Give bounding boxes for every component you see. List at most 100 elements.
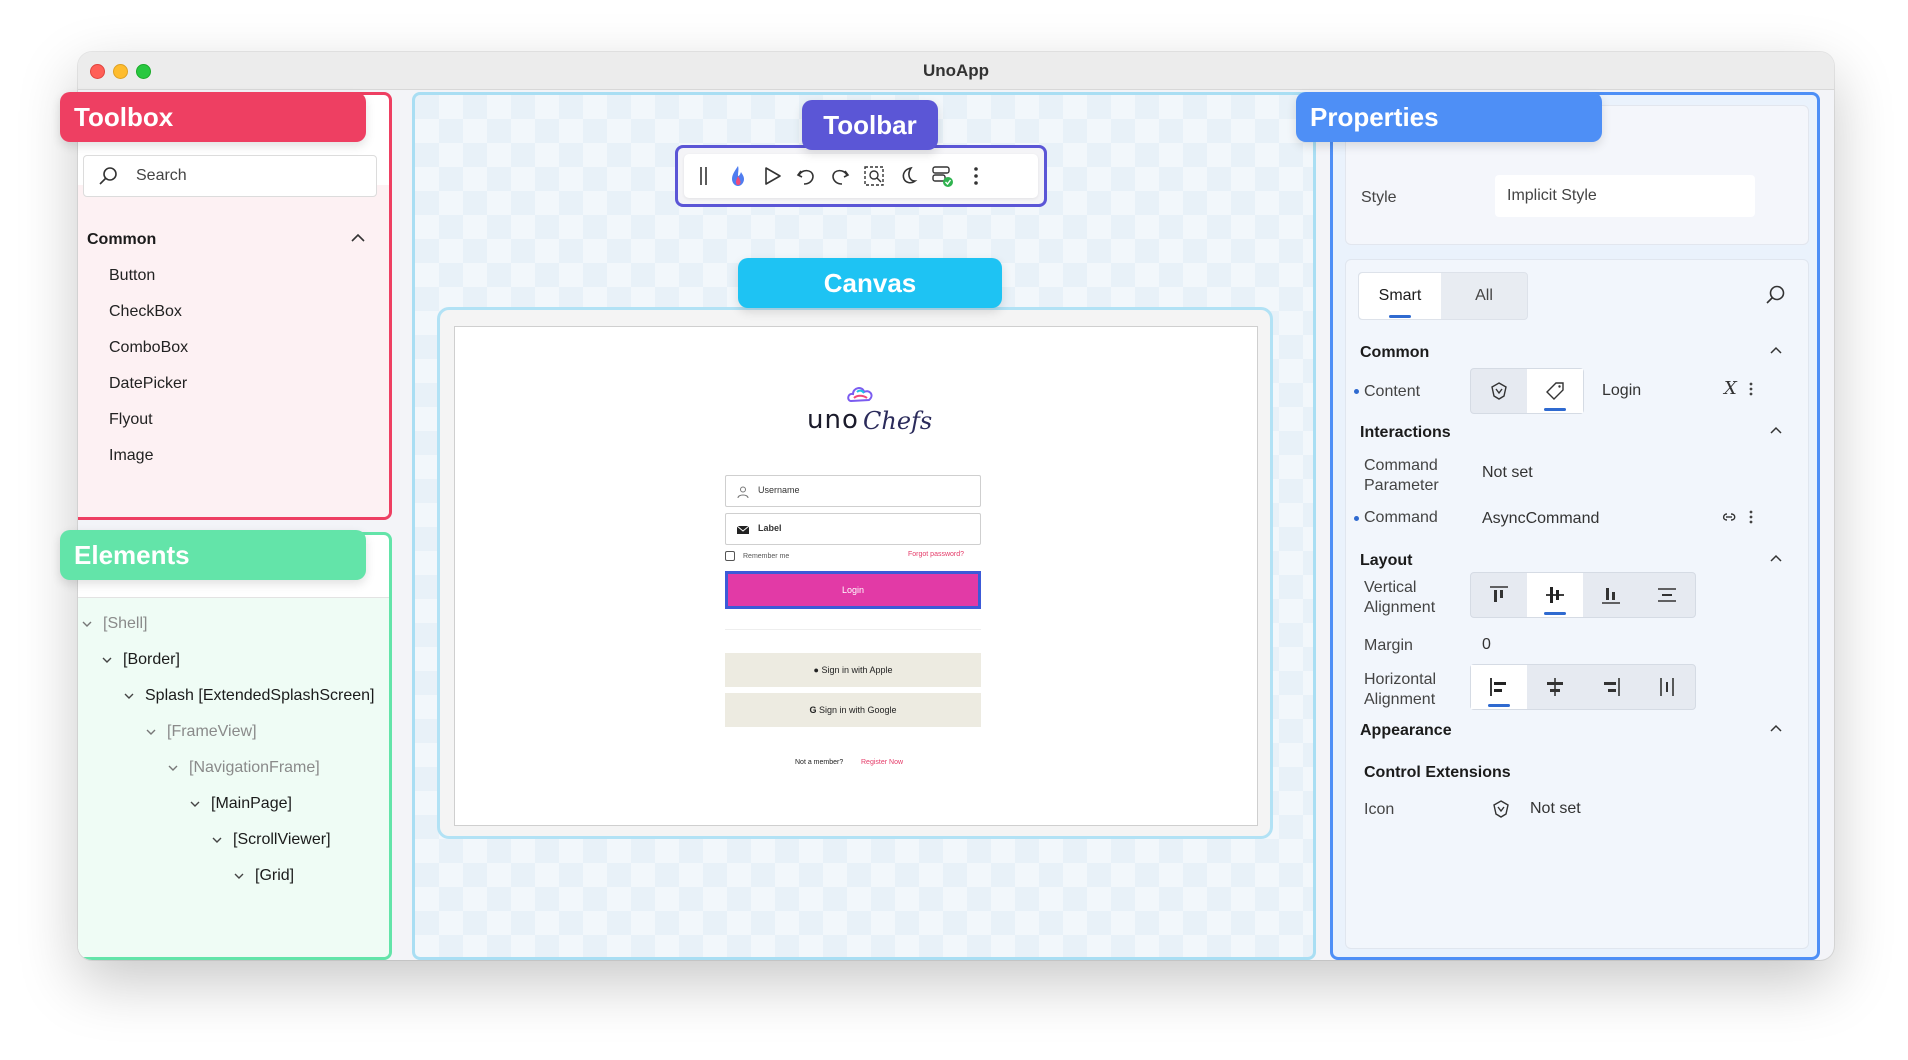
user-icon [737,486,749,499]
section-common[interactable]: Common [1360,344,1429,362]
redo-icon[interactable] [826,162,854,190]
horizontal-alignment-label: Horizontal Alignment [1364,671,1437,708]
tree-node-shell[interactable]: [Shell] [81,615,147,633]
binding-link-icon[interactable] [1718,506,1740,528]
horizontal-alignment-toggle[interactable] [1470,664,1696,710]
password-field[interactable]: Label [725,513,981,545]
username-placeholder: Username [758,485,800,495]
toolbox-section-common[interactable]: Common [87,231,156,249]
tab-all[interactable]: All [1441,273,1527,319]
align-center-option[interactable] [1527,573,1583,617]
toolbox-item-combobox[interactable]: ComboBox [109,339,188,357]
binding-x-icon[interactable]: X [1724,378,1737,399]
login-button[interactable]: Login [725,571,981,609]
toolbox-item-button[interactable]: Button [109,267,155,285]
undo-icon[interactable] [792,162,820,190]
theme-toggle-icon[interactable] [894,162,922,190]
icon-label: Icon [1364,801,1395,818]
chevron-up-icon[interactable] [1768,550,1784,566]
toggle-icon-option[interactable] [1471,369,1527,413]
sign-in-apple-button[interactable]: ● Sign in with Apple [725,653,981,687]
password-placeholder: Label [758,523,782,533]
drag-handle-icon[interactable] [690,162,718,190]
align-right-option[interactable] [1583,665,1639,709]
chevron-down-icon[interactable] [145,726,157,738]
checkbox-box[interactable] [725,551,735,561]
command-value[interactable]: AsyncCommand [1482,510,1599,528]
align-center-h-option[interactable] [1527,665,1583,709]
toolbar-callout: Toolbar [802,100,938,150]
toggle-tag-option[interactable] [1527,369,1583,413]
align-left-option[interactable] [1471,665,1527,709]
section-control-extensions[interactable]: Control Extensions [1364,764,1511,782]
icon-value[interactable]: Not set [1530,800,1581,818]
chevron-up-icon[interactable] [1768,342,1784,358]
margin-value[interactable]: 0 [1482,636,1491,654]
more-icon[interactable] [1746,506,1756,528]
tree-node-border[interactable]: [Border] [101,651,180,669]
google-icon: G [809,705,817,715]
style-value[interactable]: Implicit Style [1495,175,1755,217]
apple-icon: ● [813,665,819,675]
property-set-indicator [1354,516,1359,521]
style-label: Style [1361,189,1397,206]
chevron-up-icon[interactable] [1768,720,1784,736]
section-layout[interactable]: Layout [1360,552,1412,570]
selected-indicator [1544,408,1566,411]
align-stretch-h-option[interactable] [1639,665,1695,709]
tree-node-splash[interactable]: Splash [ExtendedSplashScreen] [123,687,374,705]
toolbox-item-checkbox[interactable]: CheckBox [109,303,182,321]
select-element-icon[interactable] [860,162,888,190]
content-label: Content [1364,383,1421,400]
tree-node-frameview[interactable]: [FrameView] [145,723,257,741]
forgot-password-link[interactable]: Forgot password? [908,551,964,558]
play-icon[interactable] [758,162,786,190]
chevron-down-icon[interactable] [167,762,179,774]
align-top-icon [1490,586,1508,602]
content-value[interactable]: Login [1602,382,1641,400]
align-bottom-option[interactable] [1583,573,1639,617]
remember-me-checkbox[interactable]: Remember me [725,551,789,561]
more-icon[interactable] [1746,378,1756,400]
chevron-down-icon[interactable] [211,834,223,846]
tree-node-scrollviewer[interactable]: [ScrollViewer] [211,831,331,849]
sign-in-google-button[interactable]: G Sign in with Google [725,693,981,727]
toolbox-search-input[interactable]: Search [83,155,377,197]
chevron-down-icon[interactable] [189,798,201,810]
section-appearance[interactable]: Appearance [1360,722,1452,740]
tree-node-label: [Grid] [255,867,295,884]
command-parameter-value[interactable]: Not set [1482,464,1533,482]
tree-node-grid[interactable]: [Grid] [233,867,294,885]
chevron-up-icon[interactable] [349,229,367,247]
app-preview-screen[interactable]: uno Chefs Username Label Remember me For… [454,326,1258,826]
envelope-icon [736,525,750,534]
selected-indicator [1544,612,1566,615]
toolbox-item-image[interactable]: Image [109,447,153,465]
remember-me-label: Remember me [743,552,790,560]
layout-check-icon[interactable] [928,162,956,190]
canvas-area[interactable]: uno Chefs Username Label Remember me For… [412,92,1316,960]
align-top-option[interactable] [1471,573,1527,617]
chevron-down-icon[interactable] [101,654,113,666]
tree-node-mainpage[interactable]: [MainPage] [189,795,292,813]
hot-reload-flame-icon[interactable] [724,162,752,190]
content-source-toggle[interactable] [1470,368,1584,414]
search-icon[interactable] [1764,284,1786,306]
toolbox-item-datepicker[interactable]: DatePicker [109,375,187,393]
properties-callout: Properties [1296,92,1602,142]
register-link[interactable]: Register Now [861,759,903,766]
more-icon[interactable] [962,162,990,190]
chevron-down-icon[interactable] [123,690,135,702]
tab-smart[interactable]: Smart [1359,273,1441,319]
chevron-down-icon[interactable] [233,870,245,882]
tree-node-navigationframe[interactable]: [NavigationFrame] [167,759,320,777]
chevron-down-icon[interactable] [81,618,93,630]
section-interactions[interactable]: Interactions [1360,424,1451,442]
align-stretch-option[interactable] [1639,573,1695,617]
align-stretch-h-icon [1660,678,1674,696]
username-field[interactable]: Username [725,475,981,507]
uno-logo-icon[interactable] [1490,798,1512,820]
vertical-alignment-toggle[interactable] [1470,572,1696,618]
chevron-up-icon[interactable] [1768,422,1784,438]
toolbox-item-flyout[interactable]: Flyout [109,411,153,429]
